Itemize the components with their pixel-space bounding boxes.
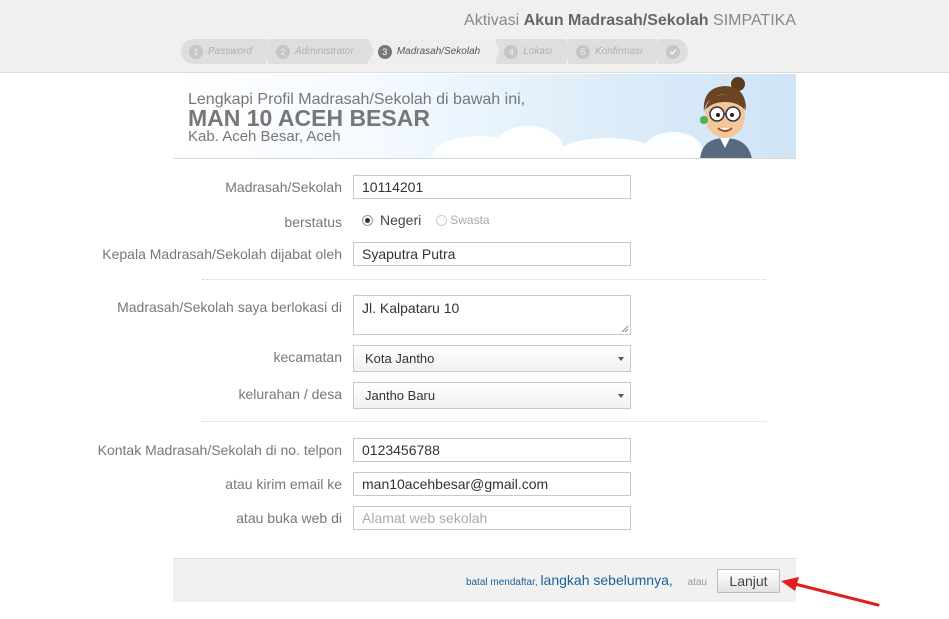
progress-steps: 1 Password 2 Administrator 3 Madrasah/Se… <box>181 39 690 64</box>
checkmark-icon <box>666 44 681 59</box>
address-label: Madrasah/Sekolah saya berlokasi di <box>117 299 342 315</box>
email-input[interactable]: man10acehbesar@gmail.com <box>353 472 631 496</box>
cancel-link[interactable]: batal mendaftar, <box>466 577 538 588</box>
principal-input[interactable]: Syaputra Putra <box>353 242 631 266</box>
step-password: 1 Password <box>181 39 272 64</box>
village-value: Jantho Baru <box>365 388 436 403</box>
school-region: Kab. Aceh Besar, Aceh <box>188 128 341 145</box>
footer-links: batal mendaftar, langkah sebelumnya, ata… <box>466 572 707 588</box>
section-divider <box>202 279 766 280</box>
principal-label: Kepala Madrasah/Sekolah dijabat oleh <box>102 246 342 262</box>
phone-row: Kontak Madrasah/Sekolah di no. telpon 01… <box>0 438 949 462</box>
profile-banner: Lengkapi Profil Madrasah/Sekolah di bawa… <box>173 74 796 159</box>
school-id-row: Madrasah/Sekolah 10114201 <box>0 175 949 199</box>
website-row: atau buka web di Alamat web sekolah <box>0 506 949 530</box>
step-label: Administrator <box>294 46 354 57</box>
phone-input[interactable]: 0123456788 <box>353 438 631 462</box>
step-label: Password <box>208 46 252 57</box>
village-label: kelurahan / desa <box>238 386 342 402</box>
page-title: Aktivasi Akun Madrasah/Sekolah SIMPATIKA <box>464 12 796 30</box>
resize-handle-icon[interactable] <box>621 325 629 333</box>
status-radio-group: Negeri Swasta <box>362 212 505 228</box>
status-swasta-label[interactable]: Swasta <box>450 213 489 227</box>
step-number: 1 <box>189 44 203 59</box>
mascot-illustration <box>700 77 752 158</box>
previous-step-link[interactable]: langkah sebelumnya, <box>540 572 672 588</box>
address-row: Madrasah/Sekolah saya berlokasi di Jl. K… <box>0 295 949 335</box>
district-label: kecamatan <box>273 349 342 365</box>
page-title-prefix: Aktivasi <box>464 12 520 29</box>
school-id-input[interactable]: 10114201 <box>353 175 631 199</box>
step-madrasah-sekolah: 3 Madrasah/Sekolah <box>369 39 501 64</box>
village-row: kelurahan / desa Jantho Baru <box>0 382 949 409</box>
chevron-down-icon <box>618 357 624 361</box>
form-footer: batal mendaftar, langkah sebelumnya, ata… <box>173 558 796 602</box>
status-negeri-label[interactable]: Negeri <box>380 212 421 228</box>
village-select[interactable]: Jantho Baru <box>353 382 631 409</box>
address-textarea[interactable]: Jl. Kalpataru 10 <box>353 295 631 335</box>
website-input[interactable]: Alamat web sekolah <box>353 506 631 530</box>
email-row: atau kirim email ke man10acehbesar@gmail… <box>0 472 949 496</box>
step-konfirmasi: 5 Konfirmasi <box>568 39 663 64</box>
or-text: atau <box>687 577 707 588</box>
email-label: atau kirim email ke <box>225 476 342 492</box>
step-number: 2 <box>275 44 290 59</box>
page-title-suffix: SIMPATIKA <box>713 12 796 29</box>
school-id-label: Madrasah/Sekolah <box>225 179 342 195</box>
section-divider <box>202 421 766 422</box>
status-row: berstatus Negeri Swasta <box>0 210 949 234</box>
phone-label: Kontak Madrasah/Sekolah di no. telpon <box>97 442 342 458</box>
status-label: berstatus <box>284 214 342 230</box>
step-label: Konfirmasi <box>595 46 643 57</box>
district-value: Kota Jantho <box>365 351 435 366</box>
step-lokasi: 4 Lokasi <box>496 39 573 64</box>
step-number: 5 <box>576 44 591 59</box>
principal-row: Kepala Madrasah/Sekolah dijabat oleh Sya… <box>0 242 949 266</box>
address-value: Jl. Kalpataru 10 <box>362 300 460 316</box>
status-swasta-radio[interactable] <box>436 214 448 226</box>
chevron-down-icon <box>618 394 624 398</box>
district-select[interactable]: Kota Jantho <box>353 345 631 372</box>
step-number: 3 <box>377 44 392 59</box>
step-label: Madrasah/Sekolah <box>396 46 481 57</box>
header-bar: Aktivasi Akun Madrasah/Sekolah SIMPATIKA… <box>0 0 949 73</box>
next-button[interactable]: Lanjut <box>717 569 780 593</box>
step-number: 4 <box>504 44 519 59</box>
district-row: kecamatan Kota Jantho <box>0 345 949 372</box>
red-arrow-icon <box>781 577 880 607</box>
page-title-bold: Akun Madrasah/Sekolah <box>523 12 709 29</box>
step-label: Lokasi <box>523 46 553 57</box>
step-administrator: 2 Administrator <box>267 39 374 64</box>
website-label: atau buka web di <box>236 510 342 526</box>
status-negeri-radio[interactable] <box>362 214 373 226</box>
step-finish <box>658 39 689 64</box>
